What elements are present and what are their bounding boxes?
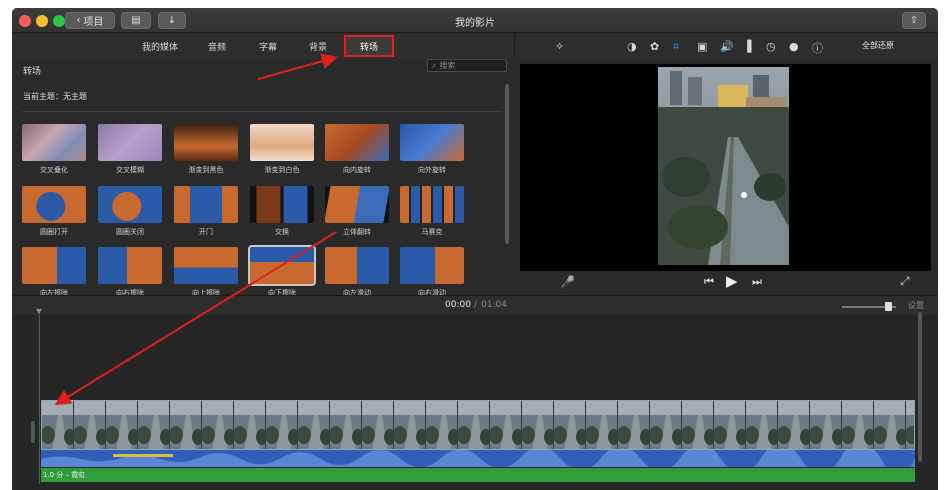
transition-thumb-fade-to-black[interactable] [174,124,238,161]
color-correction-icon[interactable]: ✿ [650,40,659,53]
tab-backgrounds[interactable]: 背景 [309,40,327,53]
volume-icon[interactable]: 🔊 [720,40,734,53]
transition-thumb-cross-dissolve[interactable] [22,124,86,161]
tab-transitions[interactable]: 转场 [344,35,394,57]
microphone-icon[interactable]: 🎤 [560,275,575,289]
transition-label: 渐变到白色 [264,166,300,174]
timeline-settings-button[interactable]: 设置 [908,300,924,311]
music-track-label: 1.0 分 – 霓虹 [43,471,86,479]
audio-waveform[interactable] [41,450,915,467]
crop-icon[interactable]: ⌗ [673,40,679,54]
transition-label: 立体翻转 [343,228,371,236]
clip-filmstrip [42,401,914,449]
timeline-scrollbar[interactable] [918,312,922,462]
transition-thumb-circle-open[interactable] [22,186,86,223]
time-separator: / [474,300,478,310]
transition-label: 渐变到黑色 [188,166,224,174]
transition-label: 交换 [275,228,289,236]
title-bar: ‹ 项目 ▤ ↓ 我的影片 ⇪ [12,8,938,33]
tab-titles[interactable]: 字幕 [259,40,277,53]
search-placeholder: 搜索 [439,61,456,70]
total-time: 01:04 [481,300,507,310]
tab-audio[interactable]: 音频 [208,40,226,53]
reset-all-button[interactable]: 全部还原 [862,40,894,51]
transition-thumb-spin-in[interactable] [325,124,389,161]
background-music-track[interactable]: 1.0 分 – 霓虹 [41,468,915,482]
search-icon: ⌕ [432,60,437,70]
search-field[interactable]: ⌕ 搜索 [427,59,507,72]
speed-icon[interactable]: ◷ [766,40,776,53]
viewer-toolbar: ✧ ◑ ✿ ⌗ ▣ 🔊 ▐ ◷ ● ⓘ 全部还原 [514,34,938,58]
window-title: 我的影片 [455,18,495,29]
browser-scrollbar[interactable] [505,84,509,244]
transition-thumb-swap[interactable] [250,186,314,223]
transition-label: 交叉模糊 [116,166,144,174]
playhead-line [39,314,40,484]
info-icon[interactable]: ⓘ [812,40,823,56]
divider [22,111,502,112]
waveform-graphic [41,450,915,467]
transition-thumb-spin-out[interactable] [400,124,464,161]
timeline-resize-handle[interactable] [31,421,35,443]
transition-thumb-wipe-up[interactable] [174,247,238,284]
play-icon[interactable]: ▶ [726,272,738,290]
share-icon: ⇪ [909,15,919,26]
transition-label: 向外旋转 [418,166,446,174]
transition-thumb-circle-close[interactable] [98,186,162,223]
transition-thumb-wipe-left[interactable] [22,247,86,284]
video-preview-image [658,67,789,265]
timeline-header: 00:00 / 01:04 设置 [12,295,938,315]
tab-my-media[interactable]: 我的媒体 [142,40,178,53]
skip-back-icon[interactable]: ⏮ [704,275,714,289]
transition-label: 圆圈关闭 [116,228,144,236]
transition-thumb-mosaic[interactable] [400,186,464,223]
transition-thumb-slide-right[interactable] [400,247,464,284]
zoom-slider-knob[interactable] [885,302,892,311]
pane-title: 转场 [23,67,42,77]
transition-thumb-wipe-down[interactable] [248,245,316,286]
transition-label: 交叉叠化 [40,166,68,174]
transition-label: 马赛克 [421,228,443,236]
transition-thumb-cross-blur[interactable] [98,124,162,161]
browser-tabs: 我的媒体 音频 字幕 背景 转场 [12,34,514,58]
video-clip[interactable] [41,400,915,450]
magic-wand-icon[interactable]: ✧ [555,40,564,53]
video-frame [658,67,789,265]
transition-thumb-wipe-right[interactable] [98,247,162,284]
current-time: 00:00 [445,300,471,310]
transition-thumb-slide-left[interactable] [325,247,389,284]
current-theme-label: 当前主题：无主题 [23,92,87,101]
viewer-controls: 🎤 ⏮ ▶ ⏭ ⤢ [514,271,938,295]
transition-thumb-cube[interactable] [325,186,389,223]
fullscreen-icon[interactable]: ⤢ [900,274,910,289]
filter-icon[interactable]: ● [789,40,799,53]
transition-label: 开门 [199,228,213,236]
skip-forward-icon[interactable]: ⏭ [752,275,762,289]
transition-label: 圆圈打开 [40,228,68,236]
transition-label: 向内旋转 [343,166,371,174]
color-balance-icon[interactable]: ◑ [627,40,637,53]
video-viewer [520,64,931,271]
transition-thumb-fade-to-white[interactable] [250,124,314,161]
transition-thumb-doors[interactable] [174,186,238,223]
equalizer-icon[interactable]: ▐ [743,40,751,53]
stabilization-icon[interactable]: ▣ [697,40,707,53]
share-button[interactable]: ⇪ [902,12,926,29]
